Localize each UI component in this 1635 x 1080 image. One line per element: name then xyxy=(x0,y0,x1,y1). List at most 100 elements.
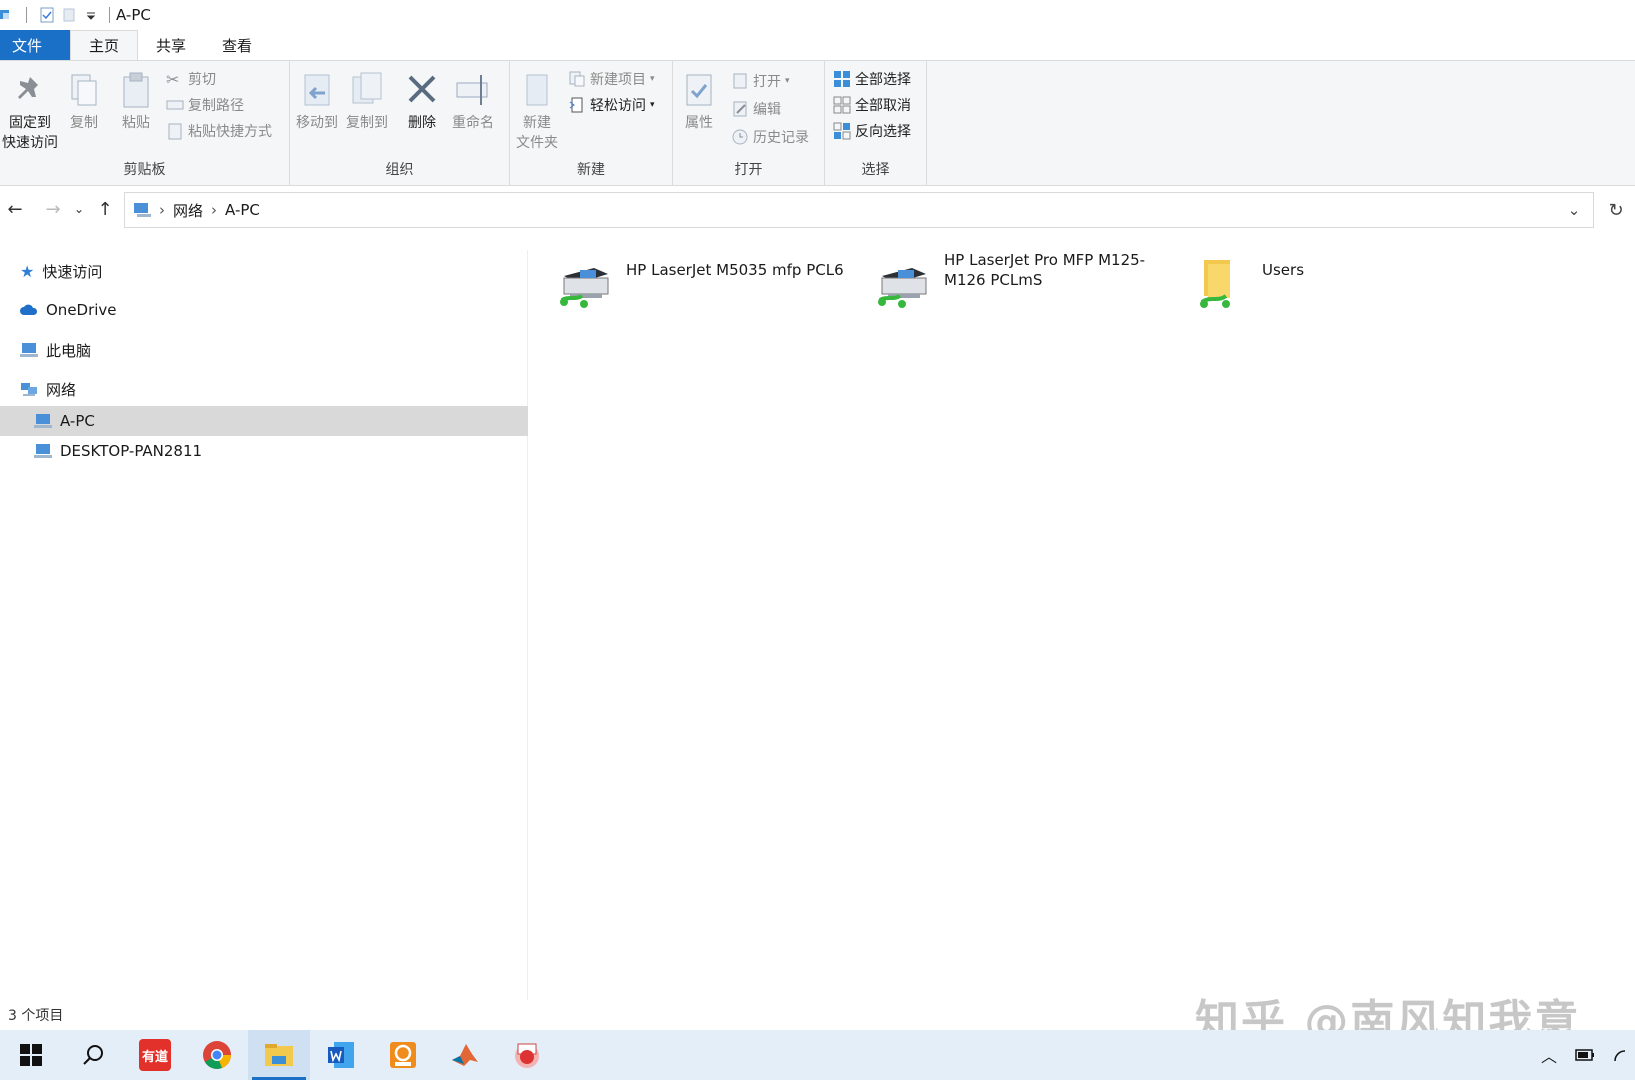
sidebar-item-desktop-pan2811[interactable]: DESKTOP-PAN2811 xyxy=(34,436,202,466)
youdao-icon: 有道 xyxy=(139,1039,171,1071)
breadcrumb-a-pc[interactable]: A-PC xyxy=(225,201,260,219)
select-group-label: 选择 xyxy=(861,162,890,178)
title-bar: A-PC xyxy=(0,0,1635,30)
copy-path-label: 复制路径 xyxy=(188,98,244,114)
sidebar-item-onedrive[interactable]: OneDrive xyxy=(20,295,117,325)
invert-selection-button[interactable]: 反向选择 xyxy=(833,121,911,141)
new-folder-icon xyxy=(526,74,548,106)
sidebar-item-network[interactable]: 网络 xyxy=(20,374,76,404)
refresh-icon[interactable]: ↻ xyxy=(1598,192,1634,228)
copy-path-icon xyxy=(166,100,184,110)
breadcrumb-network[interactable]: 网络 xyxy=(173,200,203,221)
clipboard-group-label: 剪贴板 xyxy=(123,162,166,178)
new-folder-label-2: 文件夹 xyxy=(516,135,558,151)
delete-label: 删除 xyxy=(408,115,436,131)
move-to-button[interactable]: 移动到 xyxy=(296,71,338,133)
easy-access-button[interactable]: 轻松访问 ▾ xyxy=(568,95,655,115)
back-arrow-icon[interactable]: ← xyxy=(2,199,28,220)
list-item-users-share[interactable]: Users xyxy=(1192,254,1482,314)
forward-arrow-icon[interactable]: → xyxy=(40,199,66,220)
up-arrow-icon[interactable]: ↑ xyxy=(92,199,118,220)
cloud-icon xyxy=(20,304,38,315)
ribbon: 固定到 快速访问 复制 粘贴 ✂ 剪切 复制路径 粘贴快捷方式 剪贴板 移动到 xyxy=(0,60,1635,186)
address-dropdown-chevron-icon[interactable]: ⌄ xyxy=(1555,193,1593,227)
properties-label: 属性 xyxy=(685,115,713,131)
copy-label: 复制 xyxy=(70,115,98,131)
battery-icon[interactable] xyxy=(1575,1047,1595,1063)
tab-share[interactable]: 共享 xyxy=(138,30,204,60)
properties-button[interactable]: 属性 xyxy=(681,71,717,133)
move-to-label: 移动到 xyxy=(296,115,338,131)
new-item-button[interactable]: 新建项目 ▾ xyxy=(568,69,655,89)
taskbar-app-word[interactable] xyxy=(310,1030,372,1080)
computer-icon xyxy=(34,444,52,458)
open-group-label: 打开 xyxy=(734,162,763,178)
select-all-button[interactable]: 全部选择 xyxy=(833,69,911,89)
edit-icon xyxy=(733,101,747,117)
organize-group-label: 组织 xyxy=(385,162,414,178)
taskbar-app-pdf[interactable] xyxy=(372,1030,434,1080)
move-to-icon xyxy=(304,74,330,106)
sidebar-item-this-pc[interactable]: 此电脑 xyxy=(20,335,91,365)
history-button[interactable]: 历史记录 xyxy=(731,127,809,147)
tray-expand-chevron-icon[interactable]: ︿ xyxy=(1541,1043,1557,1067)
explorer-app-icon[interactable] xyxy=(0,7,16,23)
pin-label-1: 固定到 xyxy=(9,115,51,131)
select-none-button[interactable]: 全部取消 xyxy=(833,95,911,115)
wifi-icon[interactable] xyxy=(1613,1047,1625,1063)
address-bar[interactable]: › 网络 › A-PC ⌄ xyxy=(124,192,1594,228)
select-all-icon xyxy=(834,71,850,87)
recent-locations-chevron-icon[interactable]: ⌄ xyxy=(66,202,92,216)
easy-access-label: 轻松访问 xyxy=(590,98,646,114)
taskbar-app-file-explorer[interactable] xyxy=(248,1030,310,1080)
rename-button[interactable]: 重命名 xyxy=(452,71,494,133)
list-item-printer-m5035[interactable]: HP LaserJet M5035 mfp PCL6 xyxy=(556,254,846,314)
open-group: 属性 打开 ▾ 编辑 历史记录 打开 xyxy=(673,61,825,185)
open-button[interactable]: 打开 ▾ xyxy=(731,71,790,91)
paste-button[interactable]: 粘贴 xyxy=(118,71,154,133)
customize-dropdown-icon[interactable] xyxy=(83,7,99,23)
copy-path-button[interactable]: 复制路径 xyxy=(166,95,244,115)
open-icon xyxy=(733,73,747,89)
ribbon-tabs: 文件 主页 共享 查看 xyxy=(0,30,1635,60)
copy-to-button[interactable]: 复制到 xyxy=(346,71,388,133)
tab-view[interactable]: 查看 xyxy=(204,30,270,60)
cut-button[interactable]: ✂ 剪切 xyxy=(166,69,216,89)
sidebar-item-a-pc[interactable]: A-PC xyxy=(0,406,528,436)
edit-button[interactable]: 编辑 xyxy=(731,99,781,119)
new-folder-button[interactable]: 新建 文件夹 xyxy=(516,71,558,153)
start-button[interactable] xyxy=(0,1030,62,1080)
taskbar-app-other[interactable] xyxy=(496,1030,558,1080)
sidebar-item-label: DESKTOP-PAN2811 xyxy=(60,442,203,460)
divider xyxy=(26,7,27,23)
pin-to-quick-access-button[interactable]: 固定到 快速访问 xyxy=(2,71,58,153)
copy-button[interactable]: 复制 xyxy=(66,71,102,133)
select-group: 全部选择 全部取消 反向选择 选择 xyxy=(825,61,927,185)
delete-x-icon xyxy=(408,75,436,103)
taskbar-app-chrome[interactable] xyxy=(186,1030,248,1080)
taskbar-app-matlab[interactable] xyxy=(434,1030,496,1080)
new-folder-quick-icon[interactable] xyxy=(61,7,77,23)
properties-quick-icon[interactable] xyxy=(39,7,55,23)
file-name: HP LaserJet M5035 mfp PCL6 xyxy=(626,261,844,279)
paste-shortcut-label: 粘贴快捷方式 xyxy=(188,124,272,140)
tab-home[interactable]: 主页 xyxy=(70,30,139,60)
app-icon xyxy=(515,1043,539,1068)
invert-selection-label: 反向选择 xyxy=(855,124,911,140)
taskbar-app-youdao[interactable]: 有道 xyxy=(124,1030,186,1080)
taskbar-search-button[interactable] xyxy=(62,1030,124,1080)
paste-shortcut-button[interactable]: 粘贴快捷方式 xyxy=(166,121,272,141)
sidebar-item-quick-access[interactable]: ★ 快速访问 xyxy=(20,256,102,286)
network-location-icon xyxy=(134,203,151,217)
properties-icon xyxy=(686,74,712,106)
chevron-right-icon: › xyxy=(211,201,218,219)
new-item-icon xyxy=(569,71,585,87)
paste-shortcut-icon xyxy=(168,123,182,140)
status-item-count: 3 个项目 xyxy=(8,1008,64,1024)
tab-file[interactable]: 文件 xyxy=(0,30,71,60)
list-item-printer-m125[interactable]: HP LaserJet Pro MFP M125-M126 PCLmS xyxy=(874,244,1164,314)
new-folder-label-1: 新建 xyxy=(523,115,551,131)
taskbar: 有道 ︿ xyxy=(0,1030,1635,1080)
matlab-icon xyxy=(452,1044,478,1066)
delete-button[interactable]: 删除 xyxy=(404,71,440,133)
